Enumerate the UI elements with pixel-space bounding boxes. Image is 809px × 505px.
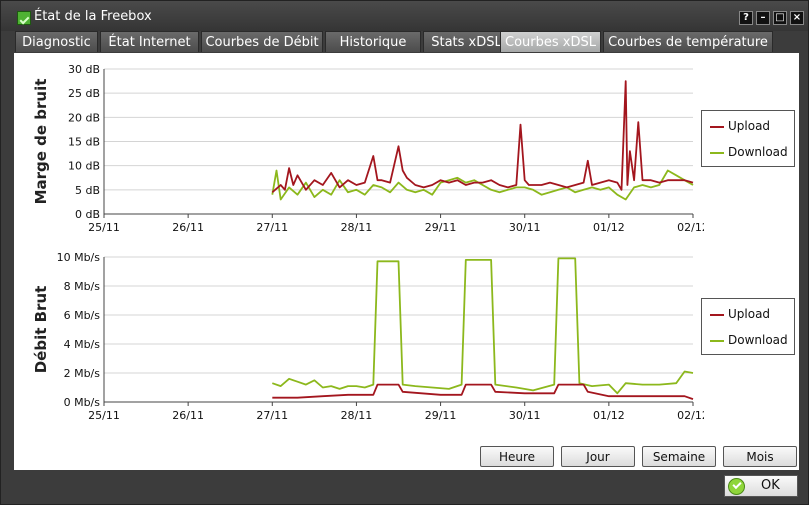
raw-rate-chart: 0 Mb/s 2 Mb/s 4 Mb/s 6 Mb/s 8 Mb/s 10 Mb/s 25/…	[32, 251, 704, 422]
range-hour-button[interactable]: Heure	[480, 446, 554, 467]
freebox-app-icon	[17, 11, 31, 25]
y-tick-label: 20 dB	[68, 111, 100, 124]
x-tick-label: 27/11	[256, 409, 288, 422]
download-swatch	[710, 340, 724, 342]
y-tick-label: 0 dB	[75, 208, 100, 221]
tab-diagnostic[interactable]: Diagnostic	[15, 31, 98, 52]
tab-historique[interactable]: Historique	[325, 31, 421, 52]
title-bar[interactable]: État de la Freebox ? – □ ×	[1, 1, 808, 31]
tab-courbes-temperature[interactable]: Courbes de température	[603, 31, 773, 52]
tab-courbes-debit[interactable]: Courbes de Débit	[201, 31, 323, 52]
x-tick-label: 25/11	[88, 409, 120, 422]
dialog-window: État de la Freebox ? – □ × Diagnostic Ét…	[0, 0, 809, 505]
noise-margin-chart: 0 dB 5 dB 10 dB 15 dB 20 dB 25 dB 30 dB 25/11 26…	[32, 63, 704, 234]
maximize-icon[interactable]: □	[773, 11, 787, 25]
range-week-button[interactable]: Semaine	[642, 446, 716, 467]
tab-stats-xdsl[interactable]: Stats xDSL	[423, 31, 510, 52]
y-tick-label: 6 Mb/s	[64, 309, 101, 322]
range-month-button[interactable]: Mois	[723, 446, 797, 467]
raw-rate-legend: Upload Download	[701, 298, 795, 355]
ok-label: OK	[761, 478, 780, 493]
noise-margin-legend: Upload Download	[701, 110, 795, 167]
x-tick-label: 28/11	[341, 409, 373, 422]
download-swatch	[710, 152, 724, 154]
x-tick-label: 30/11	[509, 221, 541, 234]
tab-courbes-xdsl[interactable]: Courbes xDSL	[500, 31, 601, 52]
x-tick-label: 02/12	[677, 409, 704, 422]
y-tick-label: 30 dB	[68, 63, 100, 76]
close-icon[interactable]: ×	[790, 11, 804, 25]
xdsl-panel: 0 dB 5 dB 10 dB 15 dB 20 dB 25 dB 30 dB 25/11 26…	[14, 53, 799, 470]
x-tick-label: 27/11	[256, 221, 288, 234]
help-icon[interactable]: ?	[739, 11, 753, 25]
minimize-icon[interactable]: –	[756, 11, 770, 25]
x-tick-label: 26/11	[172, 409, 204, 422]
y-tick-label: 15 dB	[68, 136, 100, 149]
x-tick-label: 28/11	[341, 221, 373, 234]
x-tick-label: 29/11	[425, 409, 457, 422]
y-tick-label: 5 dB	[75, 184, 100, 197]
y-axis-label: Marge de bruit	[32, 79, 50, 205]
y-tick-label: 0 Mb/s	[64, 396, 101, 409]
ok-button[interactable]: OK	[724, 475, 798, 497]
upload-swatch	[710, 314, 724, 316]
y-tick-label: 8 Mb/s	[64, 280, 101, 293]
y-axis-label: Débit Brut	[32, 286, 50, 374]
x-tick-label: 02/12	[677, 221, 704, 234]
y-tick-label: 10 Mb/s	[57, 251, 101, 264]
y-tick-label: 4 Mb/s	[64, 338, 101, 351]
x-tick-label: 30/11	[509, 409, 541, 422]
x-tick-label: 29/11	[425, 221, 457, 234]
tab-etat-internet[interactable]: État Internet	[100, 31, 199, 52]
window-title: État de la Freebox	[34, 9, 152, 24]
x-tick-label: 01/12	[593, 409, 625, 422]
check-icon	[728, 478, 745, 495]
y-tick-label: 10 dB	[68, 160, 100, 173]
x-tick-label: 26/11	[172, 221, 204, 234]
upload-swatch	[710, 126, 724, 128]
download-series-line	[271, 169, 694, 201]
y-tick-label: 2 Mb/s	[64, 367, 101, 380]
x-tick-label: 01/12	[593, 221, 625, 234]
y-tick-label: 25 dB	[68, 87, 100, 100]
upload-series-line	[271, 80, 694, 193]
x-tick-label: 25/11	[88, 221, 120, 234]
range-day-button[interactable]: Jour	[561, 446, 635, 467]
